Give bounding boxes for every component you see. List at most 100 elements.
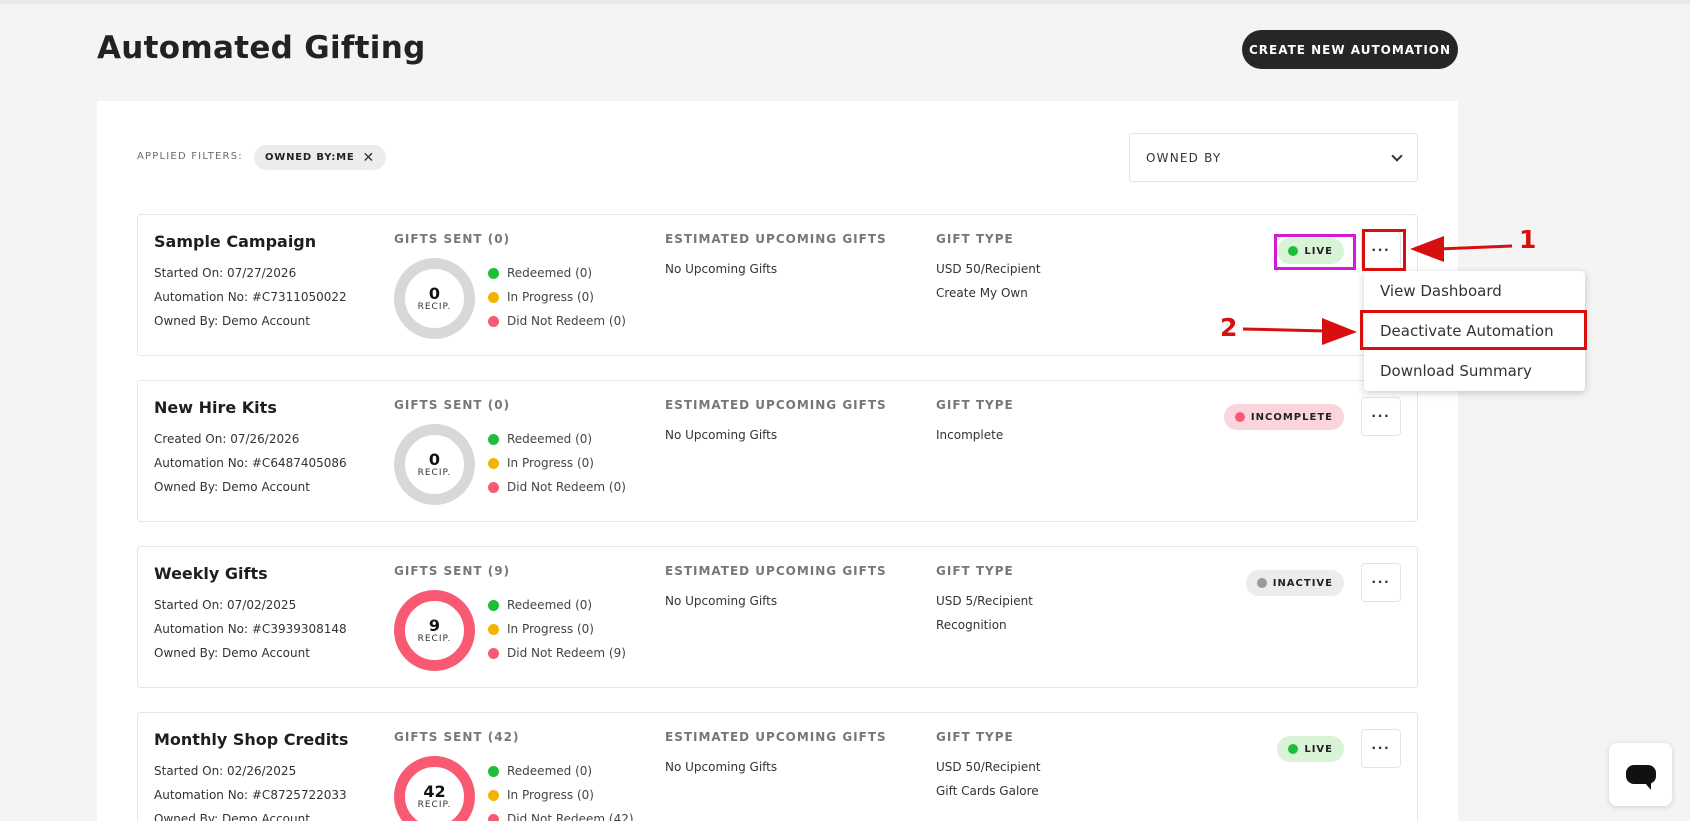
gifts-sent-heading: GIFTS SENT (0) — [394, 398, 511, 412]
owned-by-dropdown[interactable]: OWNED BY — [1129, 133, 1418, 182]
automation-owner: Owned By: Demo Account — [154, 646, 310, 660]
more-options-button[interactable]: ··· — [1361, 729, 1401, 768]
gifts-sent-heading: GIFTS SENT (9) — [394, 564, 511, 578]
recipients-unit: RECIP. — [417, 468, 452, 479]
remove-filter-icon[interactable]: ✕ — [363, 151, 376, 165]
legend-in-progress: In Progress (0) — [488, 456, 594, 470]
upcoming-gifts-heading: ESTIMATED UPCOMING GIFTS — [665, 564, 887, 578]
in-progress-dot-icon — [488, 623, 499, 635]
legend-redeemed: Redeemed (0) — [488, 432, 592, 446]
status-label: LIVE — [1304, 743, 1333, 755]
legend-did-not-redeem: Did Not Redeem (0) — [488, 314, 626, 328]
recipients-count: 0 — [428, 449, 441, 469]
legend-in-progress: In Progress (0) — [488, 622, 594, 636]
legend-did-not-redeem-label: Did Not Redeem (0) — [507, 314, 626, 328]
did-not-redeem-dot-icon — [488, 647, 499, 659]
recipients-count: 0 — [428, 283, 441, 303]
automation-number: Automation No: #C7311050022 — [154, 290, 347, 304]
status-badge: INCOMPLETE — [1223, 404, 1344, 430]
automation-name[interactable]: New Hire Kits — [154, 398, 277, 417]
chat-bubble-icon — [1625, 765, 1656, 790]
did-not-redeem-dot-icon — [488, 813, 499, 821]
annotation-highlight-deactivate — [1360, 310, 1587, 350]
upcoming-gifts-value: No Upcoming Gifts — [665, 760, 778, 774]
menu-item-download-summary[interactable]: Download Summary — [1380, 362, 1532, 380]
automation-name[interactable]: Sample Campaign — [154, 232, 316, 251]
legend-in-progress-label: In Progress (0) — [507, 788, 594, 802]
more-options-button[interactable]: ··· — [1361, 563, 1401, 602]
recipients-count: 9 — [428, 615, 441, 635]
page-title: Automated Gifting — [97, 30, 426, 66]
annotation-highlight-more-button — [1362, 229, 1406, 271]
recipients-donut: 0 RECIP. — [394, 258, 475, 339]
legend-in-progress-label: In Progress (0) — [507, 290, 594, 304]
annotation-number-2: 2 — [1220, 313, 1238, 342]
filter-chip-label: OWNED BY:ME — [265, 152, 355, 163]
legend-in-progress: In Progress (0) — [488, 290, 594, 304]
annotation-number-1: 1 — [1519, 225, 1537, 254]
legend-redeemed-label: Redeemed (0) — [507, 764, 593, 778]
more-options-button[interactable]: ··· — [1361, 397, 1401, 436]
redeemed-dot-icon — [488, 765, 499, 777]
automation-date: Started On: 07/02/2025 — [154, 598, 297, 612]
automation-date: Started On: 07/27/2026 — [154, 266, 297, 280]
gifts-sent-heading: GIFTS SENT (0) — [394, 232, 511, 246]
gift-type-value: USD 50/Recipient — [936, 262, 1041, 276]
automation-date: Started On: 02/26/2025 — [154, 764, 297, 778]
redeemed-dot-icon — [488, 433, 499, 445]
legend-in-progress-label: In Progress (0) — [507, 456, 594, 470]
recipients-count: 42 — [423, 781, 446, 801]
status-badge: INACTIVE — [1245, 570, 1344, 596]
gift-type-value: USD 50/Recipient — [936, 760, 1041, 774]
chevron-down-icon — [1391, 149, 1403, 162]
status-badge: LIVE — [1277, 736, 1344, 762]
recipients-donut: 9 RECIP. — [394, 590, 475, 671]
legend-redeemed: Redeemed (0) — [488, 598, 592, 612]
recipients-donut: 0 RECIP. — [394, 424, 475, 505]
automation-name[interactable]: Weekly Gifts — [154, 564, 268, 583]
chat-widget-button[interactable] — [1609, 743, 1672, 806]
automation-owner: Owned By: Demo Account — [154, 314, 310, 328]
automation-card-monthly-shop-credits: Monthly Shop Credits Started On: 02/26/2… — [137, 712, 1418, 821]
legend-did-not-redeem: Did Not Redeem (42) — [488, 812, 634, 821]
status-label: INCOMPLETE — [1250, 411, 1333, 423]
legend-redeemed-label: Redeemed (0) — [507, 266, 593, 280]
legend-redeemed: Redeemed (0) — [488, 764, 592, 778]
recipients-unit: RECIP. — [417, 800, 452, 811]
automation-card-weekly-gifts: Weekly Gifts Started On: 07/02/2025 Auto… — [137, 546, 1418, 688]
owned-by-dropdown-label: OWNED BY — [1146, 150, 1222, 165]
upcoming-gifts-heading: ESTIMATED UPCOMING GIFTS — [665, 398, 887, 412]
gift-type-name: Create My Own — [936, 286, 1028, 300]
recipients-donut: 42 RECIP. — [394, 756, 475, 821]
upcoming-gifts-heading: ESTIMATED UPCOMING GIFTS — [665, 730, 887, 744]
automation-number: Automation No: #C3939308148 — [154, 622, 347, 636]
redeemed-dot-icon — [488, 599, 499, 611]
gifts-sent-heading: GIFTS SENT (42) — [394, 730, 520, 744]
automations-panel: APPLIED FILTERS: OWNED BY:ME ✕ OWNED BY … — [97, 101, 1458, 821]
in-progress-dot-icon — [488, 291, 499, 303]
automation-number: Automation No: #C8725722033 — [154, 788, 347, 802]
status-label: INACTIVE — [1272, 577, 1333, 589]
in-progress-dot-icon — [488, 457, 499, 469]
automation-name[interactable]: Monthly Shop Credits — [154, 730, 348, 749]
create-new-automation-button[interactable]: CREATE NEW AUTOMATION — [1242, 30, 1458, 69]
menu-item-view-dashboard[interactable]: View Dashboard — [1380, 282, 1502, 300]
did-not-redeem-dot-icon — [488, 481, 499, 493]
status-dot-icon — [1234, 412, 1245, 422]
legend-did-not-redeem: Did Not Redeem (0) — [488, 480, 626, 494]
in-progress-dot-icon — [488, 789, 499, 801]
legend-did-not-redeem: Did Not Redeem (9) — [488, 646, 626, 660]
upcoming-gifts-heading: ESTIMATED UPCOMING GIFTS — [665, 232, 887, 246]
top-divider — [0, 0, 1690, 4]
gift-type-value: Incomplete — [936, 428, 1004, 442]
gift-type-value: USD 5/Recipient — [936, 594, 1033, 608]
legend-in-progress: In Progress (0) — [488, 788, 594, 802]
gift-type-heading: GIFT TYPE — [936, 564, 1014, 578]
upcoming-gifts-value: No Upcoming Gifts — [665, 594, 778, 608]
automation-date: Created On: 07/26/2026 — [154, 432, 300, 446]
legend-did-not-redeem-label: Did Not Redeem (9) — [507, 646, 626, 660]
legend-in-progress-label: In Progress (0) — [507, 622, 594, 636]
legend-redeemed: Redeemed (0) — [488, 266, 592, 280]
gift-type-heading: GIFT TYPE — [936, 232, 1014, 246]
upcoming-gifts-value: No Upcoming Gifts — [665, 428, 778, 442]
